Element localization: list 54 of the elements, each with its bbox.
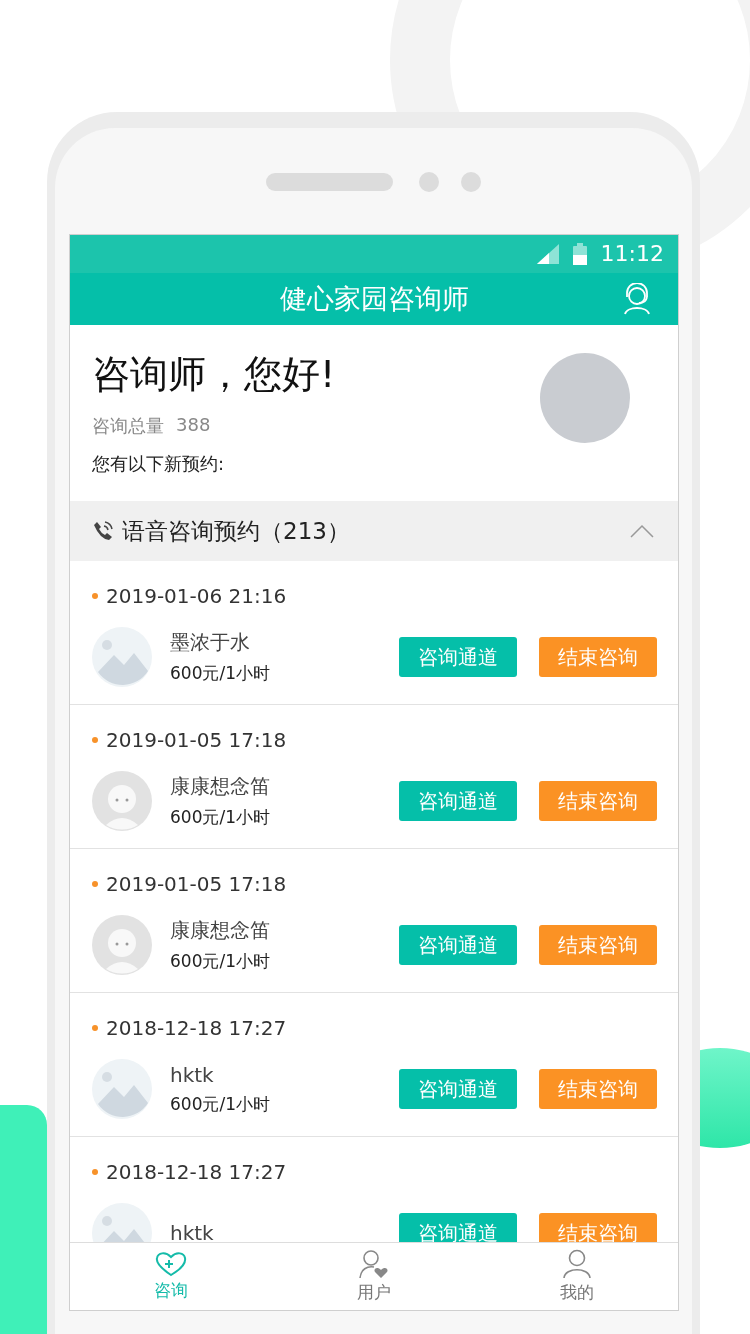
client-name: 康康想念笛: [170, 917, 271, 945]
chevron-icon[interactable]: [630, 524, 654, 539]
status-time: 11:12: [600, 241, 664, 267]
phone-camera: [461, 172, 481, 192]
consult-channel-button[interactable]: 咨询通道: [399, 925, 517, 966]
heart-plus-icon: [155, 1251, 188, 1278]
person-icon: [562, 1249, 591, 1280]
battery-icon: [572, 242, 587, 265]
price: 600元/1小时: [170, 1092, 271, 1116]
nav-tab[interactable]: 用户: [272, 1243, 476, 1310]
client-name: 康康想念笛: [170, 773, 271, 801]
total-label: 咨询总量: [92, 413, 164, 438]
appointment-date: 2019-01-05 17:18: [106, 872, 287, 897]
consult-channel-button[interactable]: 咨询通道: [399, 781, 517, 822]
nav-tab[interactable]: 我的: [475, 1243, 678, 1310]
price: 600元/1小时: [170, 662, 271, 686]
appointment-date: 2019-01-06 21:16: [106, 584, 287, 609]
bullet-icon: [92, 1169, 98, 1176]
appointment-date: 2018-12-18 17:27: [106, 1016, 287, 1041]
landscape-avatar: [92, 627, 152, 688]
consult-channel-button[interactable]: 咨询通道: [399, 1069, 517, 1110]
section-header[interactable]: 语音咨询预约（213）: [70, 501, 678, 562]
phone-icon: [92, 520, 114, 543]
phone-sensor: [419, 172, 439, 192]
client-name: hktk: [170, 1062, 215, 1087]
end-consultation-button[interactable]: 结束咨询: [539, 637, 657, 678]
greeting-title: 咨询师，您好!: [92, 350, 336, 398]
price: 600元/1小时: [170, 806, 271, 830]
price: 600元/1小时: [170, 950, 271, 974]
landscape-avatar: [92, 1059, 152, 1120]
cartoon-face-avatar: [92, 915, 152, 976]
appointments-note: 您有以下新预约:: [92, 451, 226, 476]
end-consultation-button[interactable]: 结束咨询: [539, 1213, 657, 1243]
consult-channel-button[interactable]: 咨询通道: [399, 1213, 517, 1243]
bullet-icon: [92, 1025, 98, 1032]
bullet-icon: [92, 881, 98, 888]
total-value: 388: [176, 413, 211, 437]
app-title: 健心家园咨询师: [279, 281, 469, 316]
signal-icon: [536, 243, 559, 264]
cartoon-face-avatar: [92, 771, 152, 832]
headset-user-icon[interactable]: [622, 282, 652, 315]
section-title: 语音咨询预约（213）: [122, 516, 351, 546]
nav-tab[interactable]: 咨询: [70, 1243, 273, 1310]
end-consultation-button[interactable]: 结束咨询: [539, 781, 657, 822]
end-consultation-button[interactable]: 结束咨询: [539, 925, 657, 966]
bullet-icon: [92, 737, 98, 744]
client-name: hktk: [170, 1221, 215, 1243]
bullet-icon: [92, 593, 98, 600]
client-name: 墨浓于水: [170, 629, 251, 657]
end-consultation-button[interactable]: 结束咨询: [539, 1069, 657, 1110]
appointment-date: 2018-12-18 17:27: [106, 1160, 287, 1185]
consult-channel-button[interactable]: 咨询通道: [399, 637, 517, 678]
appointment-date: 2019-01-05 17:18: [106, 728, 287, 753]
user-heart-icon: [359, 1249, 389, 1280]
